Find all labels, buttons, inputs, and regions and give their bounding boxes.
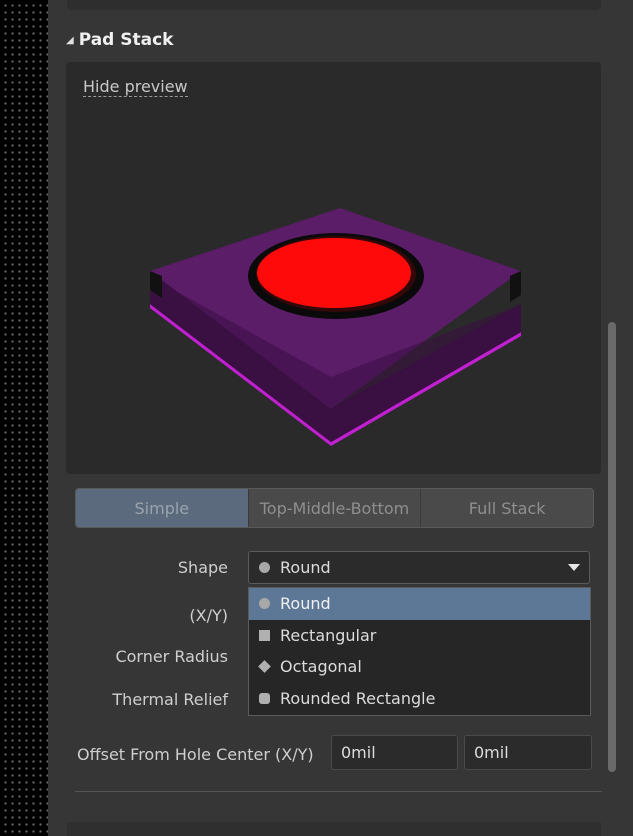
round-pad: [257, 238, 411, 308]
option-label: Round: [280, 594, 331, 614]
stack-mode-tabs: Simple Top-Middle-Bottom Full Stack: [75, 488, 594, 528]
previous-section-card: [67, 0, 601, 10]
option-rounded-rectangle[interactable]: Rounded Rectangle: [249, 683, 590, 715]
thermal-relief-label: Thermal Relief: [112, 690, 228, 709]
offset-x-input[interactable]: 0mil: [331, 735, 458, 770]
round-shape-icon: [259, 598, 270, 610]
properties-panel: ◢ Pad Stack Hide preview Simple Top-Midd…: [48, 0, 633, 836]
scrollbar-thumb[interactable]: [608, 322, 616, 772]
round-shape-icon: [259, 562, 270, 573]
canvas-background: [0, 0, 48, 836]
octagon-shape-icon: [258, 660, 271, 674]
rounded-rectangle-shape-icon: [259, 692, 270, 704]
shape-label: Shape: [177, 558, 228, 577]
option-label: Octagonal: [280, 657, 362, 677]
option-label: Rounded Rectangle: [280, 688, 436, 708]
rectangle-shape-icon: [259, 629, 270, 641]
section-title: Pad Stack: [78, 30, 174, 50]
collapse-triangle-icon[interactable]: ◢: [66, 35, 74, 46]
corner-radius-label: Corner Radius: [115, 647, 228, 666]
shape-select-value: Round: [280, 558, 331, 577]
tab-top-middle-bottom[interactable]: Top-Middle-Bottom: [247, 489, 421, 527]
pad-stack-header[interactable]: ◢ Pad Stack: [66, 30, 174, 50]
next-section-card: [67, 822, 601, 836]
tab-simple[interactable]: Simple: [76, 489, 248, 527]
offset-y-input[interactable]: 0mil: [464, 735, 592, 770]
chevron-down-icon[interactable]: [568, 564, 580, 571]
tab-full-stack[interactable]: Full Stack: [420, 489, 593, 527]
option-round[interactable]: Round: [249, 588, 590, 620]
pad-3d-render: [150, 208, 521, 446]
offset-label: Offset From Hole Center (X/Y): [77, 745, 314, 764]
shape-dropdown-list: Round Rectangular Octagonal Rounded Rect…: [248, 587, 591, 716]
shape-select[interactable]: Round: [248, 551, 590, 584]
option-octagonal[interactable]: Octagonal: [249, 651, 590, 683]
option-label: Rectangular: [280, 625, 377, 645]
pad-preview: Hide preview: [66, 62, 601, 474]
mask-corner-right: [510, 271, 521, 302]
option-rectangular[interactable]: Rectangular: [249, 620, 590, 652]
section-divider: [75, 791, 602, 792]
xy-label: (X/Y): [189, 606, 228, 625]
